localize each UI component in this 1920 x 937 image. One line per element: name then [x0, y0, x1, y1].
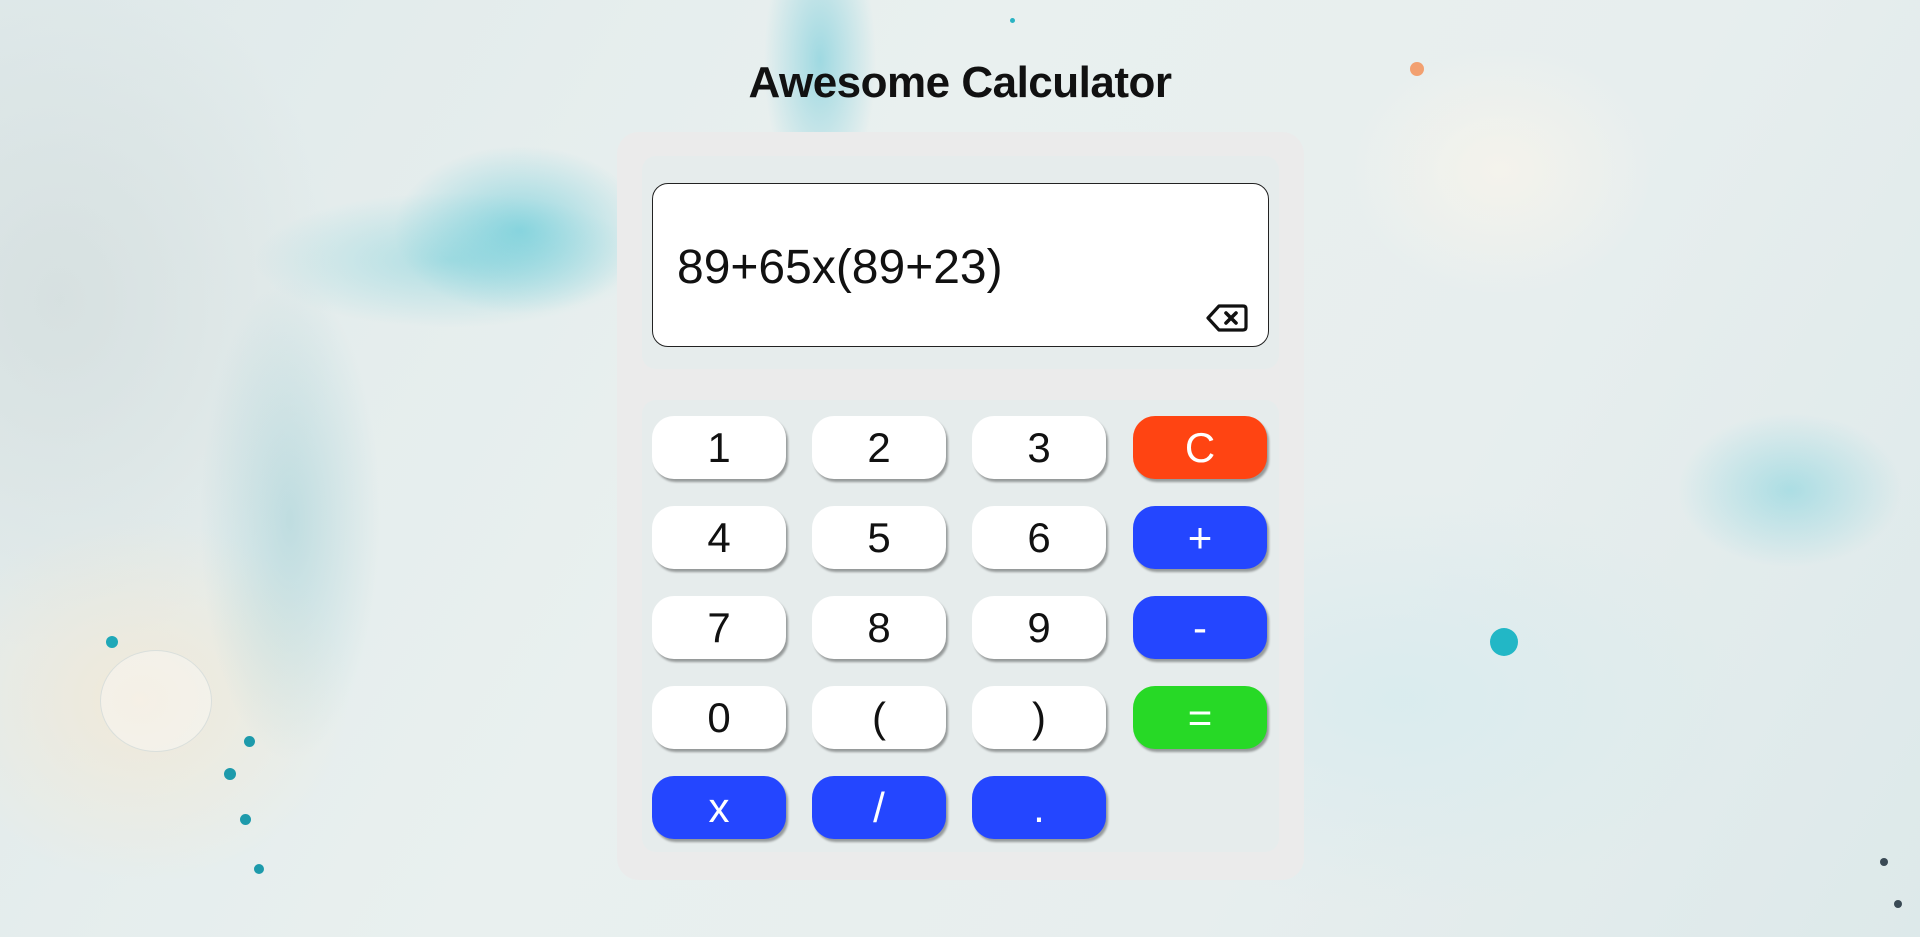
- background-paint-dot: [254, 864, 264, 874]
- key-label: 3: [1027, 424, 1051, 471]
- key-label: =: [1187, 694, 1213, 741]
- divide-button[interactable]: /: [812, 776, 946, 839]
- background-paint-dot: [1490, 628, 1518, 656]
- equals-button[interactable]: =: [1133, 686, 1267, 749]
- key-8[interactable]: 8: [812, 596, 946, 659]
- minus-button[interactable]: -: [1133, 596, 1267, 659]
- key-label: 8: [867, 604, 891, 651]
- key-6[interactable]: 6: [972, 506, 1106, 569]
- key-label: x: [708, 784, 730, 831]
- background-paint-dot: [1010, 18, 1015, 23]
- backspace-icon: [1206, 304, 1248, 332]
- calculator: 89+65x(89+23) 1 2 3 C 4 5 6 + 7 8 9 - 0 …: [617, 132, 1304, 880]
- close-paren-button[interactable]: ): [972, 686, 1106, 749]
- key-9[interactable]: 9: [972, 596, 1106, 659]
- key-label: 9: [1027, 604, 1051, 651]
- key-label: .: [1033, 784, 1045, 831]
- key-label: 4: [707, 514, 731, 561]
- key-label: 6: [1027, 514, 1051, 561]
- key-label: -: [1193, 604, 1207, 651]
- keypad: 1 2 3 C 4 5 6 + 7 8 9 - 0 ( ) = x / .: [642, 400, 1279, 852]
- calculator-display[interactable]: 89+65x(89+23): [652, 183, 1269, 347]
- background-paint-dot: [224, 768, 236, 780]
- background-paint-dot: [244, 736, 255, 747]
- key-label: ): [1032, 694, 1046, 741]
- backspace-button[interactable]: [1206, 302, 1248, 334]
- key-4[interactable]: 4: [652, 506, 786, 569]
- key-label: +: [1187, 514, 1213, 561]
- display-expression: 89+65x(89+23): [677, 241, 1003, 294]
- plus-button[interactable]: +: [1133, 506, 1267, 569]
- display-panel: 89+65x(89+23): [642, 156, 1279, 369]
- key-label: C: [1184, 424, 1216, 471]
- key-5[interactable]: 5: [812, 506, 946, 569]
- key-1[interactable]: 1: [652, 416, 786, 479]
- key-3[interactable]: 3: [972, 416, 1106, 479]
- background-paint-dot: [1894, 900, 1902, 908]
- key-label: 7: [707, 604, 731, 651]
- key-label: 0: [707, 694, 731, 741]
- background-paint-dot: [106, 636, 118, 648]
- key-label: 1: [707, 424, 731, 471]
- key-label: 2: [867, 424, 891, 471]
- multiply-button[interactable]: x: [652, 776, 786, 839]
- page-title: Awesome Calculator: [748, 58, 1172, 107]
- background-paint-dot: [1880, 858, 1888, 866]
- decimal-button[interactable]: .: [972, 776, 1106, 839]
- open-paren-button[interactable]: (: [812, 686, 946, 749]
- key-7[interactable]: 7: [652, 596, 786, 659]
- key-label: 5: [867, 514, 891, 561]
- key-label: (: [872, 694, 886, 741]
- clear-button[interactable]: C: [1133, 416, 1267, 479]
- background-bubble: [100, 650, 212, 752]
- background-paint-dot: [240, 814, 251, 825]
- key-label: /: [873, 784, 885, 831]
- key-0[interactable]: 0: [652, 686, 786, 749]
- key-2[interactable]: 2: [812, 416, 946, 479]
